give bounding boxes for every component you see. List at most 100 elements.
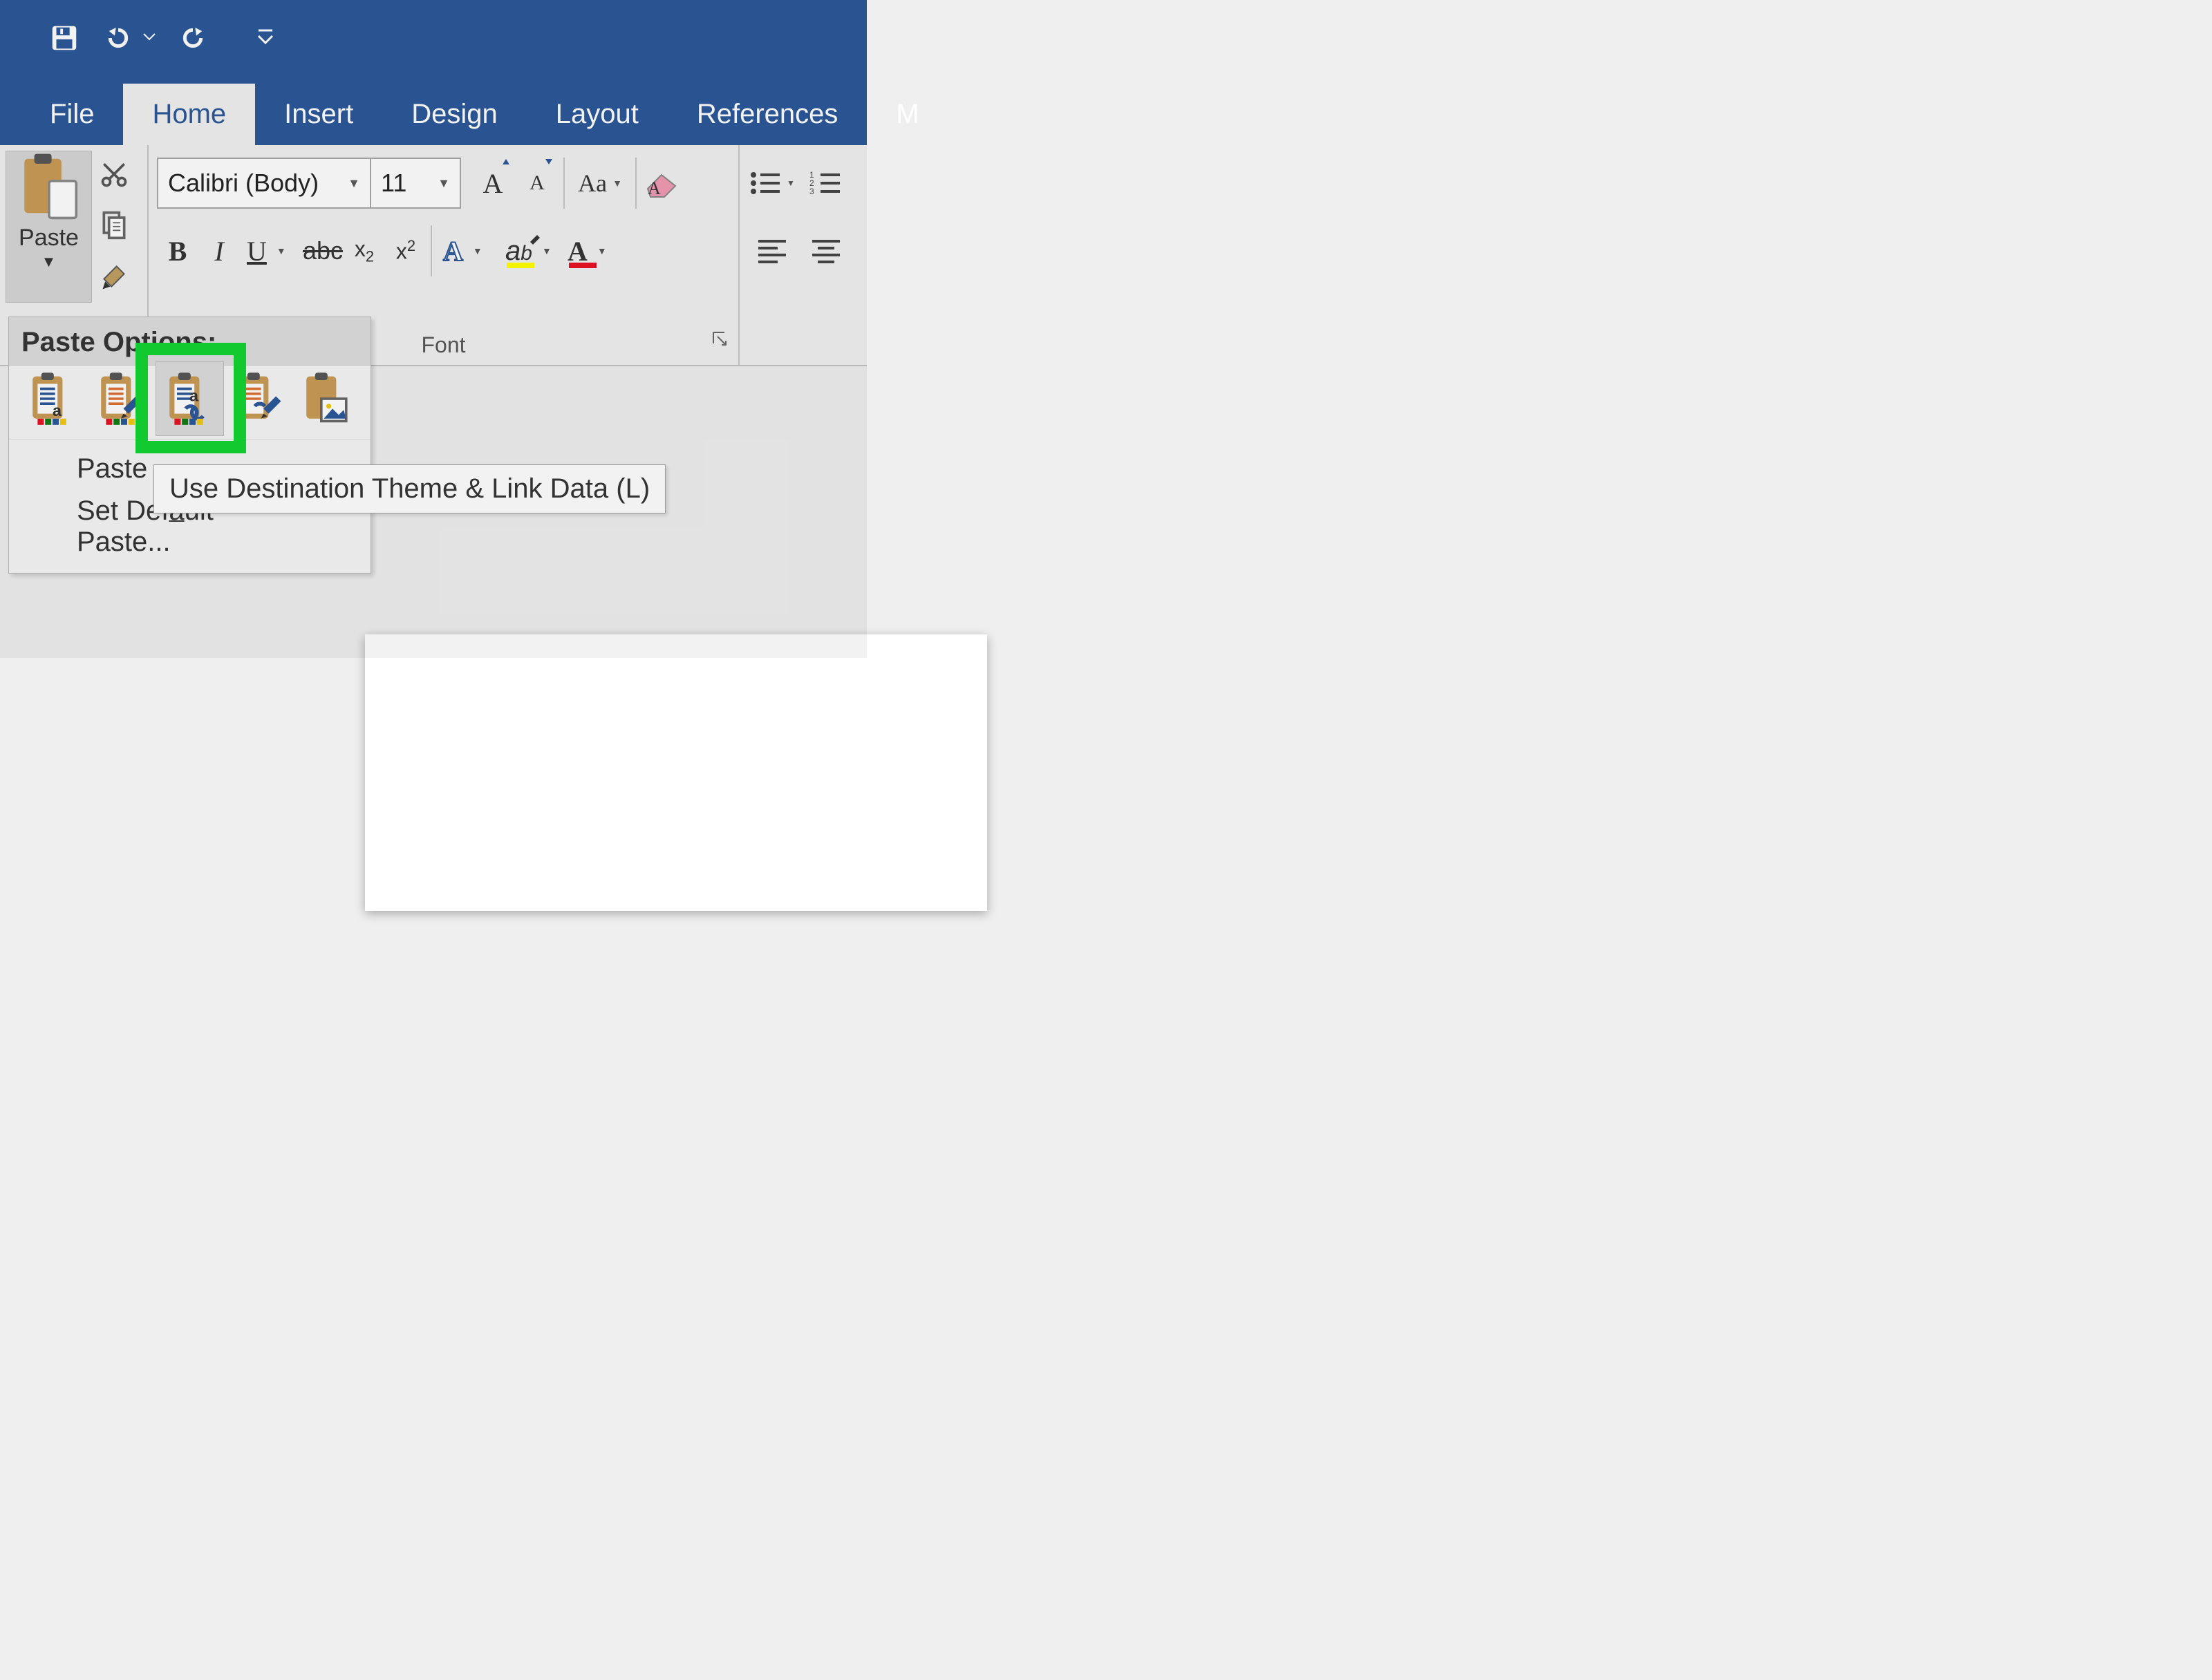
undo-button[interactable] bbox=[101, 24, 135, 52]
font-color-swatch bbox=[569, 263, 597, 268]
tooltip-text: Use Destination Theme & Link Data (L) bbox=[169, 473, 650, 504]
font-color-button[interactable]: A ▼ bbox=[561, 229, 623, 272]
paste-split-button[interactable]: Paste ▼ bbox=[6, 151, 92, 303]
paste-option-keep-source-embed[interactable] bbox=[87, 361, 156, 436]
svg-text:a: a bbox=[53, 402, 62, 419]
highlight-label: ab bbox=[505, 236, 532, 267]
chevron-down-icon: ▼ bbox=[438, 176, 450, 191]
subscript-x: x bbox=[355, 236, 366, 261]
chevron-down-icon: ▼ bbox=[348, 176, 360, 191]
document-page[interactable] bbox=[365, 634, 987, 911]
shrink-font-button[interactable]: A bbox=[515, 158, 559, 209]
paste-option-use-dest-theme-embed[interactable]: a bbox=[19, 361, 87, 436]
paste-option-keep-source-link[interactable] bbox=[224, 361, 292, 436]
grow-caret-icon bbox=[503, 159, 509, 166]
separator bbox=[563, 158, 565, 209]
tab-design[interactable]: Design bbox=[382, 84, 527, 145]
title-bar bbox=[0, 0, 867, 76]
paste-special-text: Paste bbox=[77, 453, 147, 484]
copy-icon bbox=[99, 210, 129, 240]
chevron-down-icon: ▼ bbox=[473, 245, 482, 256]
paste-option-picture[interactable] bbox=[292, 361, 361, 436]
text-effects-label: A bbox=[443, 235, 463, 267]
chevron-down-icon: ▼ bbox=[276, 245, 286, 256]
change-case-button[interactable]: Aa ▼ bbox=[569, 158, 631, 209]
chevron-down-icon: ▼ bbox=[41, 253, 57, 271]
eraser-icon: A bbox=[645, 169, 681, 198]
grow-font-button[interactable]: A bbox=[471, 158, 515, 209]
align-left-icon bbox=[756, 237, 789, 265]
clipboard-source-link-icon bbox=[234, 371, 283, 426]
undo-dropdown[interactable] bbox=[144, 34, 155, 42]
strike-label: abc bbox=[303, 236, 343, 265]
paste-icon bbox=[19, 151, 79, 220]
superscript-x: x bbox=[396, 239, 407, 264]
svg-text:3: 3 bbox=[809, 187, 814, 196]
highlight-swatch bbox=[507, 263, 534, 268]
chevron-down-icon: ▼ bbox=[597, 245, 607, 256]
font-name-value: Calibri (Body) bbox=[168, 169, 319, 198]
scissors-icon bbox=[99, 159, 129, 189]
dialog-launcher-icon bbox=[712, 331, 730, 349]
separator bbox=[635, 158, 637, 209]
paste-option-tooltip: Use Destination Theme & Link Data (L) bbox=[153, 464, 666, 513]
save-button[interactable] bbox=[48, 22, 80, 54]
clear-formatting-button[interactable]: A bbox=[641, 158, 685, 209]
ribbon-tabs: File Home Insert Design Layout Reference… bbox=[0, 76, 867, 145]
align-left-button[interactable] bbox=[748, 227, 796, 275]
highlight-button[interactable]: ab ▼ bbox=[498, 229, 561, 272]
font-size-combo[interactable]: 11 ▼ bbox=[371, 158, 461, 209]
chevron-down-icon: ▼ bbox=[787, 178, 795, 188]
tab-insert[interactable]: Insert bbox=[255, 84, 382, 145]
tab-more[interactable]: M bbox=[867, 84, 919, 145]
paste-options-dropdown: Paste Options: a bbox=[8, 317, 371, 574]
highlighter-pen-icon bbox=[530, 232, 543, 245]
change-case-label: Aa bbox=[578, 169, 607, 198]
paste-options-header: Paste Options: bbox=[9, 317, 371, 366]
copy-button[interactable] bbox=[95, 206, 133, 245]
paste-option-use-dest-theme-link[interactable]: a bbox=[156, 361, 224, 436]
svg-text:A: A bbox=[648, 178, 661, 198]
bullets-button[interactable]: ▼ bbox=[748, 159, 796, 207]
align-center-button[interactable] bbox=[802, 227, 850, 275]
bullets-icon bbox=[749, 169, 782, 197]
strikethrough-button[interactable]: abc bbox=[302, 229, 344, 272]
underline-button[interactable]: U ▼ bbox=[240, 229, 302, 272]
font-size-value: 11 bbox=[381, 169, 406, 198]
numbering-button[interactable]: 1 2 3 bbox=[802, 159, 850, 207]
tab-layout[interactable]: Layout bbox=[527, 84, 668, 145]
bold-button[interactable]: B bbox=[157, 229, 198, 272]
italic-label: I bbox=[214, 235, 223, 267]
save-icon bbox=[48, 22, 80, 54]
chevron-down-icon: ▼ bbox=[612, 178, 622, 189]
tab-file[interactable]: File bbox=[21, 84, 123, 145]
paste-options-row: a a bbox=[9, 361, 371, 440]
tab-references[interactable]: References bbox=[668, 84, 868, 145]
separator bbox=[431, 225, 432, 276]
subscript-n: 2 bbox=[366, 247, 374, 265]
superscript-n: 2 bbox=[407, 237, 415, 254]
underline-label: U bbox=[247, 235, 267, 267]
redo-icon bbox=[176, 24, 210, 52]
superscript-button[interactable]: x2 bbox=[385, 229, 427, 272]
chevron-down-icon bbox=[144, 34, 155, 42]
numbering-icon: 1 2 3 bbox=[809, 169, 843, 197]
redo-button[interactable] bbox=[176, 24, 210, 52]
clipboard-theme-icon: a bbox=[28, 371, 77, 426]
font-name-combo[interactable]: Calibri (Body) ▼ bbox=[157, 158, 371, 209]
format-painter-icon bbox=[99, 261, 129, 292]
tab-home[interactable]: Home bbox=[123, 84, 255, 145]
italic-button[interactable]: I bbox=[198, 229, 240, 272]
cut-button[interactable] bbox=[95, 155, 133, 194]
group-paragraph: ▼ 1 2 3 bbox=[740, 145, 867, 365]
format-painter-button[interactable] bbox=[95, 257, 133, 296]
undo-icon bbox=[101, 24, 135, 52]
subscript-button[interactable]: x2 bbox=[344, 229, 385, 272]
qat-customize-button[interactable] bbox=[259, 29, 272, 47]
bold-label: B bbox=[169, 235, 187, 267]
text-effects-button[interactable]: A ▼ bbox=[436, 229, 498, 272]
chevron-down-icon: ▼ bbox=[542, 245, 552, 256]
clipboard-source-icon bbox=[96, 371, 146, 426]
font-dialog-launcher[interactable] bbox=[712, 331, 730, 352]
svg-text:a: a bbox=[189, 387, 199, 405]
